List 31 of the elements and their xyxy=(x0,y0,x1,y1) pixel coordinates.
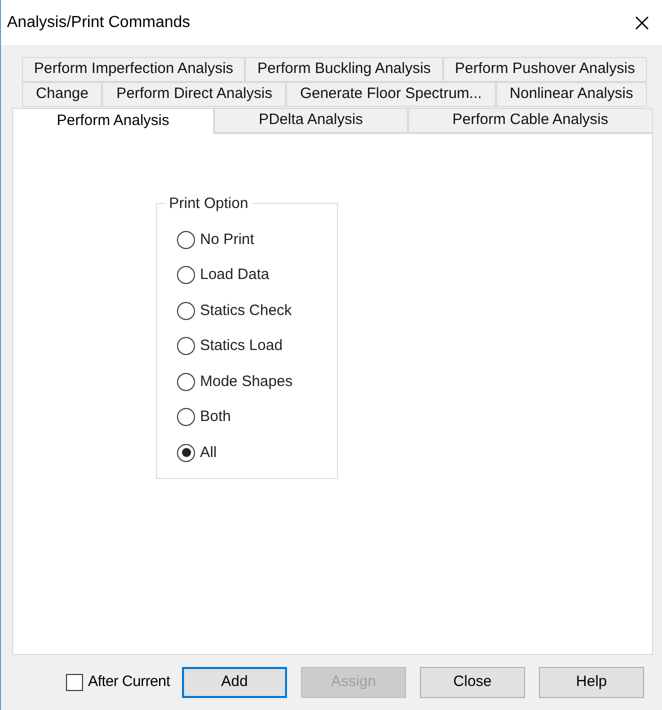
tab[interactable]: Perform Pushover Analysis xyxy=(442,57,648,82)
tab[interactable]: Change xyxy=(22,82,102,107)
radio-icon[interactable] xyxy=(177,372,195,391)
tab[interactable]: Perform Direct Analysis xyxy=(102,82,286,107)
radio-button[interactable]: No Print xyxy=(177,228,337,252)
tab[interactable]: Perform Analysis xyxy=(12,108,214,134)
checkbox-label: After Current xyxy=(88,672,170,692)
tab[interactable]: Generate Floor Spectrum... xyxy=(286,82,496,107)
radio-icon[interactable] xyxy=(177,266,195,284)
tab[interactable]: Perform Imperfection Analysis xyxy=(22,57,246,82)
radio-button[interactable]: All xyxy=(177,441,337,464)
radio-button[interactable]: Both xyxy=(177,406,337,429)
radio-icon[interactable] xyxy=(177,337,195,356)
radio-button[interactable]: Load Data xyxy=(177,264,337,287)
radio-icon[interactable] xyxy=(177,444,195,462)
dialog-button[interactable]: Add xyxy=(182,666,287,698)
radio-button[interactable]: Mode Shapes xyxy=(177,370,337,394)
group-title: Print Option xyxy=(165,195,252,213)
dialog-button[interactable]: Close xyxy=(420,666,525,698)
checkbox[interactable] xyxy=(66,674,83,690)
radio-button[interactable]: Statics Load xyxy=(177,334,337,358)
radio-icon[interactable] xyxy=(177,230,195,249)
tab[interactable]: PDelta Analysis xyxy=(214,108,408,133)
tab[interactable]: Nonlinear Analysis xyxy=(496,82,648,107)
radio-icon[interactable] xyxy=(177,408,195,426)
tab[interactable]: Perform Cable Analysis xyxy=(408,108,653,133)
radio-icon[interactable] xyxy=(177,302,195,320)
dialog-button[interactable]: Help xyxy=(538,666,644,698)
tab[interactable]: Perform Buckling Analysis xyxy=(245,57,443,82)
window-title: Analysis/Print Commands xyxy=(7,12,190,32)
radio-button[interactable]: Statics Check xyxy=(177,299,337,322)
